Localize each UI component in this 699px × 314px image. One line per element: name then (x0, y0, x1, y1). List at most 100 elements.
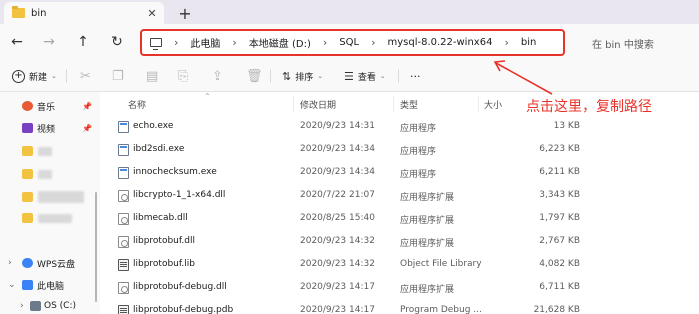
column-header-size[interactable]: 大小 (484, 98, 502, 111)
file-row[interactable]: innochecksum.exe 2020/9/23 14:34 应用程序 6,… (112, 162, 580, 185)
cut-button[interactable]: ✂ (80, 68, 91, 84)
rename-button[interactable]: ⎘ (178, 68, 188, 84)
copy-icon: ❐ (112, 68, 124, 84)
file-row[interactable]: libcrypto-1_1-x64.dll 2020/7/22 21:07 应用… (112, 185, 580, 208)
library-file-icon (118, 259, 129, 271)
chevron-right-icon[interactable]: › (371, 36, 375, 49)
column-header-date[interactable]: 修改日期 (300, 98, 336, 111)
file-type: Program Debug ... (400, 305, 482, 314)
column-header-name[interactable]: 名称 (128, 98, 146, 111)
computer-icon (150, 38, 162, 50)
sidebar-item-folder[interactable] (0, 208, 100, 228)
divider (270, 69, 271, 83)
chevron-right-icon[interactable]: › (232, 36, 236, 49)
file-date: 2020/9/23 14:17 (300, 305, 375, 314)
chevron-right-icon[interactable]: › (504, 36, 508, 49)
view-list-icon: ☰ (344, 69, 354, 83)
folder-icon (12, 6, 25, 18)
chevron-down-icon: ⌄ (51, 72, 57, 80)
more-options-button[interactable]: ··· (410, 68, 421, 84)
file-type: 应用程序 (400, 147, 437, 157)
file-row[interactable]: libprotobuf.dll 2020/9/23 14:32 应用程序扩展 2… (112, 231, 580, 254)
sidebar-item-music[interactable]: 音乐 📌 (0, 96, 100, 116)
chevron-right-icon[interactable]: › (20, 301, 24, 311)
tab-title: bin (31, 7, 47, 19)
clipboard-icon: ▤ (146, 68, 159, 84)
file-type: 应用程序扩展 (400, 216, 455, 226)
forward-button[interactable]: → (40, 33, 58, 51)
file-row[interactable]: libprotobuf-debug.pdb 2020/9/23 14:17 Pr… (112, 300, 580, 314)
file-date: 2020/9/23 14:32 (300, 236, 375, 246)
file-date: 2020/9/23 14:32 (300, 259, 375, 269)
view-button[interactable]: ☰ 查看 ⌄ (344, 68, 386, 84)
chevron-down-icon[interactable]: ⌄ (8, 280, 16, 290)
exe-file-icon (118, 121, 129, 133)
column-header-type[interactable]: 类型 (400, 98, 418, 111)
address-bar[interactable]: › 此电脑 › 本地磁盘 (D:) › SQL › mysql-8.0.22-w… (140, 29, 565, 56)
search-input[interactable]: 在 bin 中搜索 (576, 31, 692, 55)
pin-icon: 📌 (82, 101, 92, 111)
computer-icon (22, 280, 33, 290)
divider (66, 69, 67, 83)
breadcrumb-drive-d[interactable]: 本地磁盘 (D:) (249, 35, 311, 50)
chevron-right-icon[interactable]: › (174, 36, 178, 49)
refresh-button[interactable]: ↻ (108, 33, 126, 51)
share-button[interactable]: ⇪ (212, 68, 223, 84)
file-type: 应用程序扩展 (400, 193, 455, 203)
tab-bar: bin ✕ + (0, 0, 699, 24)
sort-label: 排序 (295, 72, 314, 83)
file-size: 4,082 KB (539, 259, 580, 269)
column-divider[interactable] (478, 96, 479, 112)
command-bar: + 新建 ⌄ ✂ ❐ ▤ ⎘ ⇪ 🗑 ⇅ 排序 ⌄ ☰ 查看 ⌄ ··· (0, 60, 699, 92)
breadcrumb-this-pc[interactable]: 此电脑 (190, 35, 220, 50)
drive-icon (30, 301, 41, 311)
tab-bin[interactable]: bin ✕ (4, 2, 164, 24)
sidebar-item-videos[interactable]: 视频 📌 (0, 118, 100, 138)
up-button[interactable]: ↑ (74, 33, 92, 51)
breadcrumb-bin[interactable]: bin (521, 37, 536, 48)
sidebar-item-this-pc[interactable]: ⌄ 此电脑 (0, 275, 100, 295)
delete-button[interactable]: 🗑 (246, 68, 263, 84)
chevron-right-icon[interactable]: › (323, 36, 327, 49)
sort-up-icon: ⌃ (204, 92, 211, 101)
back-button[interactable]: ← (8, 33, 26, 51)
file-size: 21,628 KB (533, 305, 580, 314)
plus-icon: + (12, 69, 25, 83)
chevron-down-icon: ⌄ (379, 72, 386, 80)
annotation-label: 点击这里，复制路径 (526, 99, 652, 115)
sidebar-item-wps[interactable]: › WPS云盘 (0, 253, 100, 273)
sidebar-item-drive-c[interactable]: › OS (C:) (0, 296, 100, 314)
column-divider[interactable] (293, 96, 294, 112)
breadcrumb-mysql[interactable]: mysql-8.0.22-winx64 (387, 37, 492, 48)
sidebar-item-folder[interactable] (0, 141, 100, 161)
new-tab-button[interactable]: + (176, 4, 194, 23)
file-date: 2020/9/23 14:34 (300, 167, 375, 177)
file-row[interactable]: libprotobuf.lib 2020/9/23 14:32 Object F… (112, 254, 580, 277)
file-row[interactable]: echo.exe 2020/9/23 14:31 应用程序 13 KB (112, 116, 580, 139)
chevron-down-icon: ⌄ (317, 72, 324, 80)
file-type: Object File Library (400, 259, 482, 269)
folder-icon (22, 192, 33, 202)
video-icon (22, 123, 33, 133)
paste-button[interactable]: ▤ (146, 68, 158, 84)
dll-file-icon (118, 190, 129, 202)
copy-button[interactable]: ❐ (112, 68, 124, 84)
redacted-label (38, 213, 72, 223)
column-divider[interactable] (393, 96, 394, 112)
sidebar-item-folder[interactable] (0, 187, 100, 207)
file-row[interactable]: ibd2sdi.exe 2020/9/23 14:34 应用程序 6,223 K… (112, 139, 580, 162)
sidebar-item-label: OS (C:) (44, 301, 76, 311)
file-row[interactable]: libprotobuf-debug.dll 2020/9/23 14:17 应用… (112, 277, 580, 300)
breadcrumb-sql[interactable]: SQL (339, 37, 359, 48)
navigation-bar: ← → ↑ ↻ › 此电脑 › 本地磁盘 (D:) › SQL › mysql-… (0, 24, 699, 60)
sort-button[interactable]: ⇅ 排序 ⌄ (282, 68, 323, 84)
file-name: ibd2sdi.exe (133, 144, 185, 154)
sidebar-item-label: 视频 (37, 124, 56, 135)
file-size: 2,767 KB (539, 236, 580, 246)
new-button[interactable]: + 新建 ⌄ (12, 68, 57, 84)
close-icon[interactable]: ✕ (144, 5, 160, 21)
sidebar-item-label: 音乐 (37, 102, 56, 113)
chevron-right-icon[interactable]: › (8, 258, 12, 268)
file-row[interactable]: libmecab.dll 2020/8/25 15:40 应用程序扩展 1,79… (112, 208, 580, 231)
sidebar-item-folder[interactable] (0, 164, 100, 184)
